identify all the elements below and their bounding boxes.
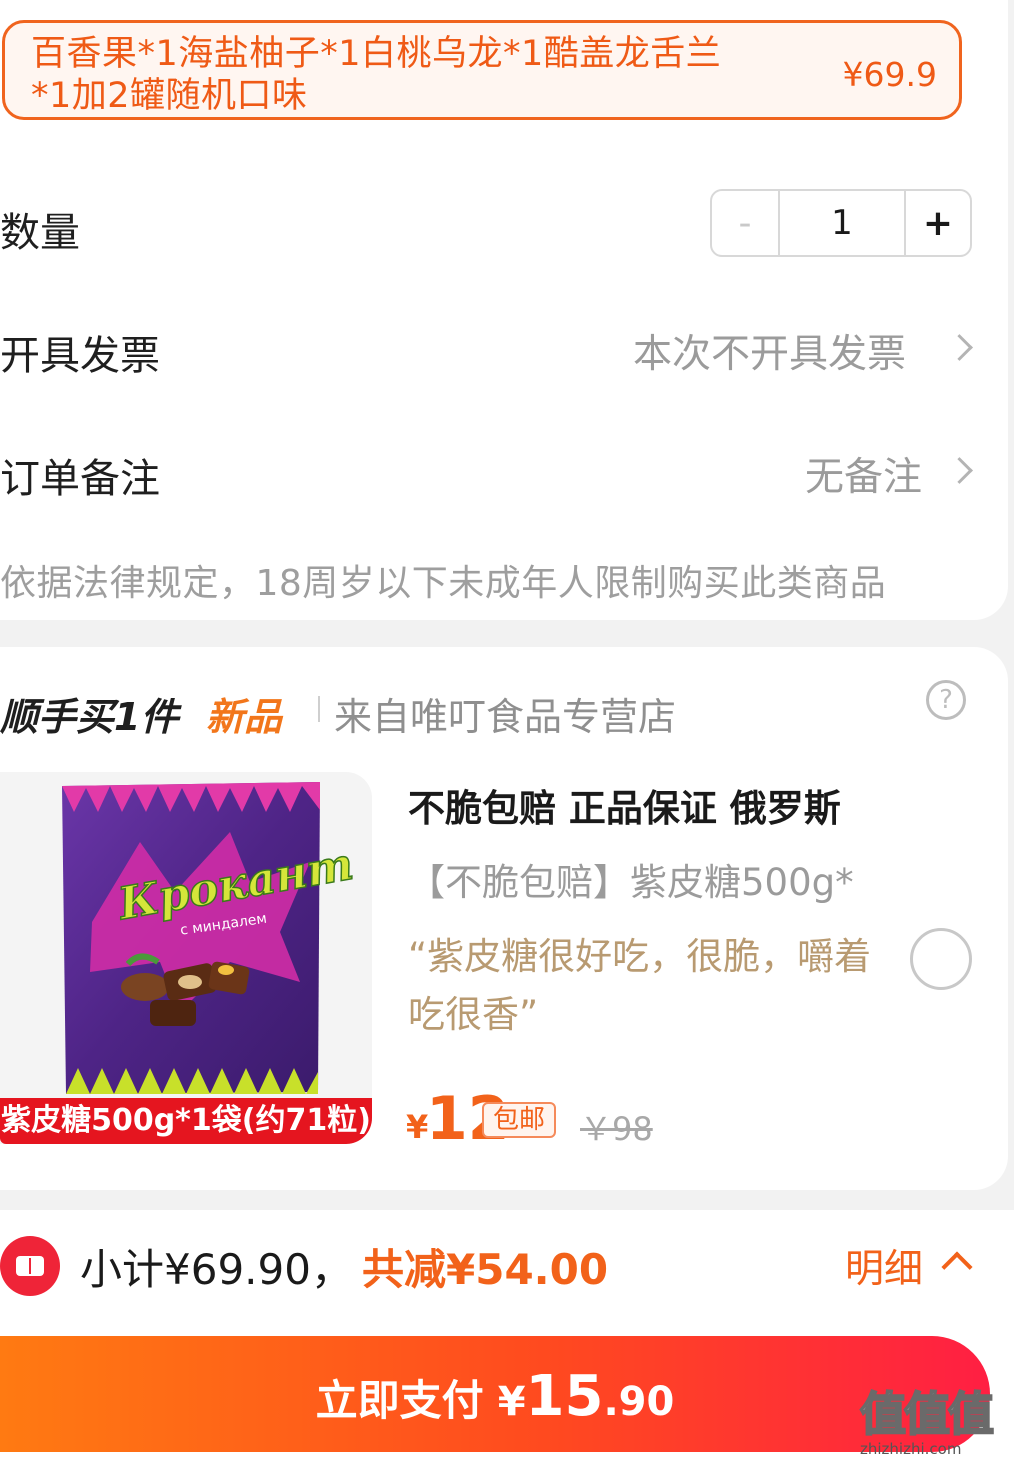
age-restriction-notice: 依据法律规定，18周岁以下未成年人限制购买此类商品 [0,563,887,604]
addon-select-checkbox[interactable] [910,928,972,990]
decrement-button[interactable]: - [712,191,780,255]
increment-button[interactable]: + [906,191,970,255]
price-currency: ¥ [406,1108,429,1146]
invoice-label: 开具发票 [0,333,160,379]
product-review: “紫皮糖很好吃，很脆，嚼着吃很香” [408,935,872,1036]
remark-label: 订单备注 [0,456,160,502]
product-image[interactable]: Крокант с миндалем [0,772,372,1144]
original-price: ￥98 [580,1110,653,1148]
detail-toggle[interactable]: 明细 [845,1238,923,1294]
free-shipping-tag: 包邮 [482,1102,556,1138]
new-badge: 新品 [206,695,283,739]
pay-amount-int: 15 [525,1364,604,1429]
product-name[interactable]: 不脆包赔 正品保证 俄罗斯 [408,778,841,832]
subtotal: 小计¥69.90， [80,1245,353,1294]
sku-price: ¥69.9 [842,55,937,94]
discount-total: 共减¥54.00 [362,1245,609,1294]
candy-bag-illustration: Крокант с миндалем [62,782,358,1094]
product-image-label: 紫皮糖500g*1袋(约71粒) [0,1098,372,1144]
help-icon[interactable]: ? [926,680,966,720]
watermark: 值值值 zhizhizhi.com [859,1378,1008,1464]
selected-sku-chip[interactable]: 百香果*1海盐柚子*1白桃乌龙*1酷盖龙舌兰*1加2罐随机口味 ¥69.9 [2,20,962,120]
divider [318,696,320,722]
product-spec: 【不脆包赔】紫皮糖500g* [408,861,854,904]
addon-title: 顺手买1件 [0,695,179,739]
sku-title: 百香果*1海盐柚子*1白桃乌龙*1酷盖龙舌兰*1加2罐随机口味 [31,34,722,116]
invoice-value[interactable]: 本次不开具发票 [633,323,906,379]
pay-amount-dec: .90 [603,1379,675,1425]
coupon-icon [0,1236,60,1296]
quantity-value[interactable]: 1 [780,191,907,255]
quantity-label: 数量 [0,210,80,256]
pay-currency: ¥ [497,1379,526,1425]
remark-value[interactable]: 无备注 [805,446,922,502]
quantity-stepper: - 1 + [710,189,972,257]
pay-now-button[interactable]: 立即支付 ¥ 15 .90 [0,1336,990,1452]
pay-label: 立即支付 [315,1376,484,1425]
watermark-logo: 值值值 [859,1386,995,1442]
store-name: 来自唯叮食品专营店 [334,695,677,739]
